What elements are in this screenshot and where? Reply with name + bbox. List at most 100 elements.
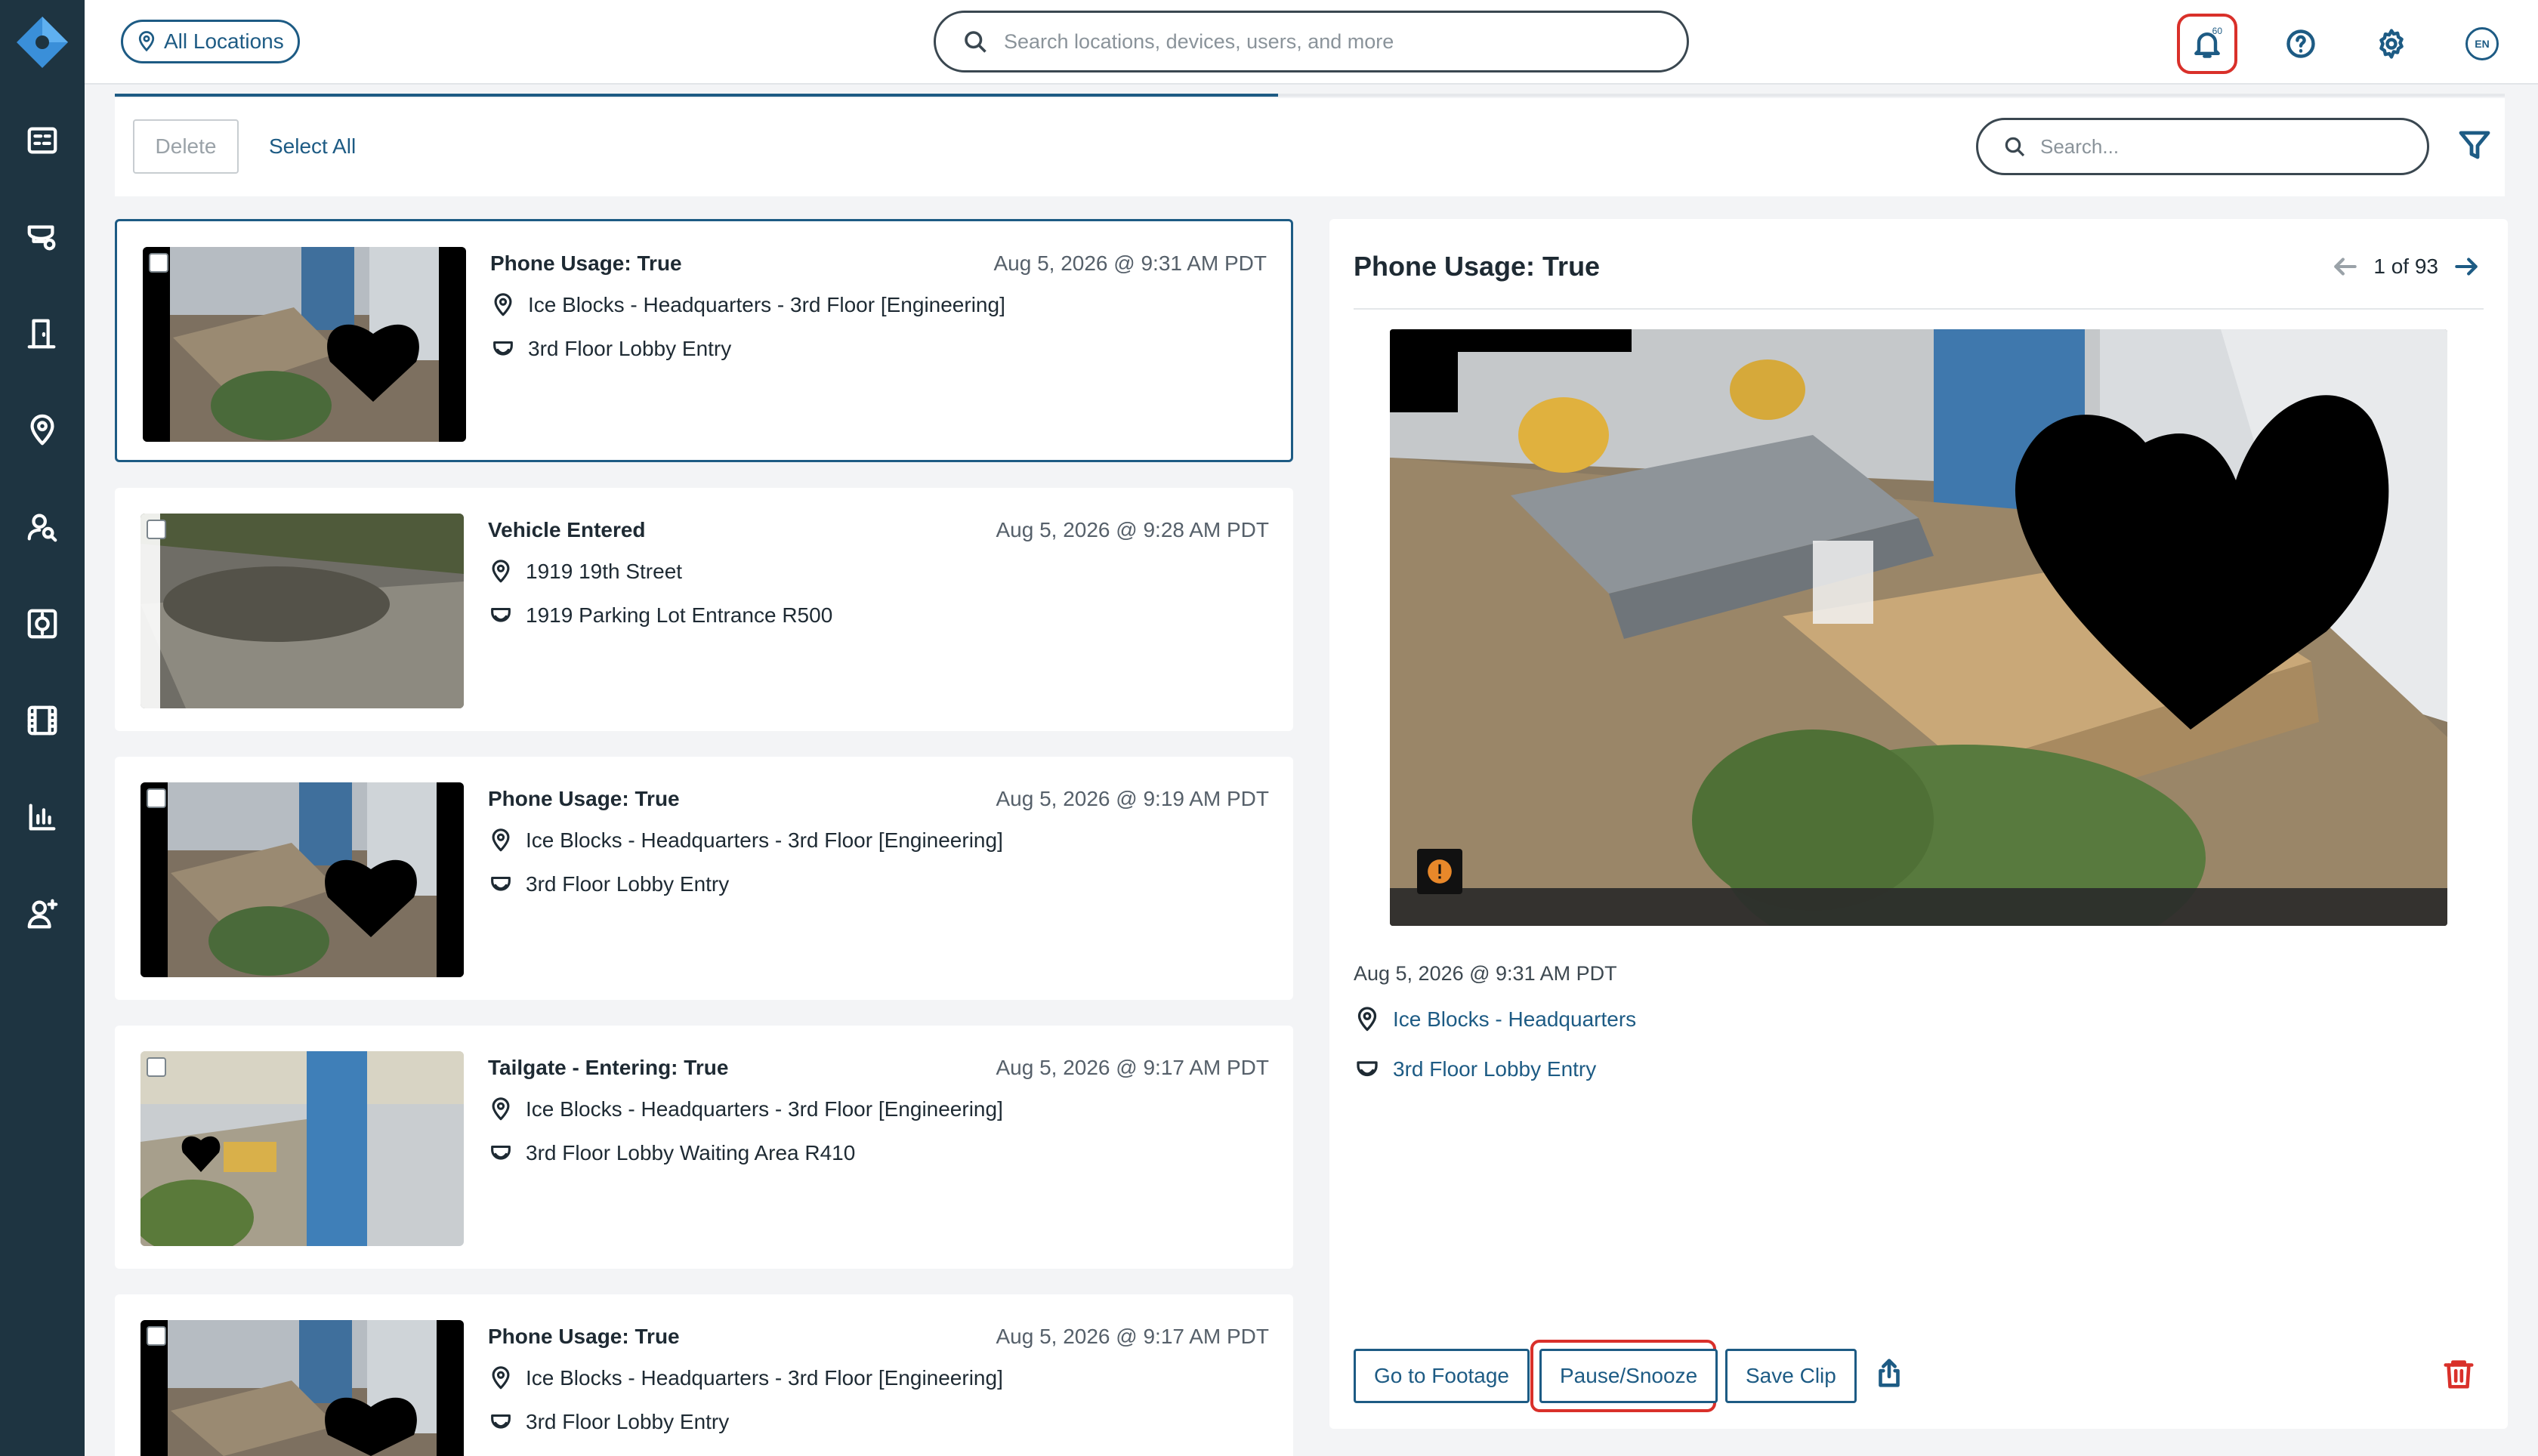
sidebar-item-cameras[interactable] (21, 216, 63, 258)
arrow-left-icon[interactable] (2331, 252, 2360, 281)
parking-camera-image (140, 514, 464, 708)
lobby-camera-video-frame (1390, 329, 2447, 926)
alert-thumbnail (140, 1051, 464, 1246)
detail-camera: 3rd Floor Lobby Entry (1393, 1057, 1597, 1081)
alert-checkbox[interactable] (147, 1057, 166, 1077)
pause-snooze-button[interactable]: Pause/Snooze (1539, 1349, 1718, 1403)
detail-timestamp: Aug 5, 2026 @ 9:31 AM PDT (1354, 962, 1617, 985)
sidebar-item-access-control[interactable] (21, 313, 63, 355)
trash-icon (2444, 1360, 2474, 1389)
sidebar-item-archives[interactable] (21, 699, 63, 742)
alert-title: Vehicle Entered (488, 518, 646, 541)
alert-checkbox[interactable] (147, 788, 166, 808)
settings-button[interactable] (2361, 14, 2422, 74)
language-badge: EN (2465, 27, 2499, 60)
location-filter-label: All Locations (164, 29, 284, 53)
alert-camera-row: 3rd Floor Lobby Entry (488, 1409, 729, 1435)
film-icon (27, 705, 57, 736)
dome-camera-icon (491, 1145, 511, 1160)
delete-button[interactable]: Delete (133, 119, 239, 174)
notifications-button[interactable]: 60 (2177, 14, 2237, 74)
language-button[interactable]: EN (2452, 14, 2512, 74)
select-all-button[interactable]: Select All (269, 119, 356, 174)
alert-camera: 3rd Floor Lobby Entry (526, 1410, 730, 1433)
alert-title: Tailgate - Entering: True (488, 1056, 729, 1079)
filter-icon (2459, 131, 2490, 159)
location-pin-icon (494, 293, 512, 316)
alert-detail-panel: Phone Usage: True 1 of 93 Aug 5, 2026 @ … (1329, 219, 2508, 1429)
alert-card[interactable]: Tailgate - Entering: True Aug 5, 2026 @ … (115, 1026, 1293, 1269)
alert-location: Ice Blocks - Headquarters - 3rd Floor [E… (526, 828, 1003, 852)
dome-camera-icon (491, 876, 511, 891)
location-filter-button[interactable]: All Locations (121, 20, 300, 63)
alert-location-row: Ice Blocks - Headquarters - 3rd Floor [E… (488, 1097, 1003, 1122)
alert-camera-row: 3rd Floor Lobby Entry (490, 336, 731, 362)
sidebar-item-locations[interactable] (21, 409, 63, 452)
sidebar-item-users[interactable] (21, 893, 63, 935)
alert-time: Aug 5, 2026 @ 9:17 AM PDT (996, 1325, 1269, 1348)
camera-icon (27, 225, 56, 251)
alert-thumbnail (143, 247, 466, 442)
add-user-icon (27, 899, 58, 929)
sidebar (0, 0, 85, 1456)
alerts-search-input[interactable] (2040, 134, 2418, 159)
alert-checkbox[interactable] (147, 520, 166, 539)
share-button[interactable] (1872, 1356, 1910, 1394)
share-icon (1879, 1359, 1900, 1387)
alert-location-row: Ice Blocks - Headquarters - 3rd Floor [E… (488, 1365, 1003, 1391)
alert-time: Aug 5, 2026 @ 9:28 AM PDT (996, 518, 1269, 541)
alert-time: Aug 5, 2026 @ 9:17 AM PDT (996, 1056, 1269, 1079)
dome-camera-icon (1357, 1061, 1378, 1077)
sidebar-item-analytics[interactable] (21, 796, 63, 838)
person-search-icon (27, 514, 57, 542)
alert-card[interactable]: Phone Usage: True Aug 5, 2026 @ 9:31 AM … (115, 219, 1293, 462)
alert-marker (1417, 849, 1462, 894)
detail-camera-link[interactable]: 3rd Floor Lobby Entry (1354, 1056, 1596, 1083)
alarm-panel-icon (27, 609, 57, 639)
pager-label: 1 of 93 (2373, 254, 2438, 278)
location-pin-icon (1357, 1007, 1377, 1032)
top-bar: All Locations 60 EN (85, 0, 2538, 85)
go-to-footage-button[interactable]: Go to Footage (1354, 1349, 1530, 1403)
save-clip-button[interactable]: Save Clip (1725, 1349, 1857, 1403)
alert-checkbox[interactable] (149, 253, 168, 273)
alert-card[interactable]: Phone Usage: True Aug 5, 2026 @ 9:17 AM … (115, 1294, 1293, 1456)
search-icon (965, 31, 986, 53)
sidebar-item-dashboard[interactable] (21, 119, 63, 162)
sidebar-item-alarms[interactable] (21, 603, 63, 645)
lobby-camera-image (140, 782, 464, 977)
arrow-right-icon[interactable] (2452, 252, 2481, 281)
alert-title: Phone Usage: True (490, 251, 682, 275)
alerts-toolbar: Delete Select All (115, 98, 2505, 196)
detail-title: Phone Usage: True (1354, 251, 1601, 282)
door-icon (27, 319, 56, 349)
alert-location-row: 1919 19th Street (488, 559, 682, 585)
video-player[interactable] (1390, 329, 2447, 926)
alert-time: Aug 5, 2026 @ 9:19 AM PDT (996, 787, 1269, 810)
global-search-input[interactable] (1004, 29, 1653, 54)
lobby-camera-image (143, 247, 466, 442)
search-icon (2005, 137, 2025, 157)
location-pin-icon (492, 828, 510, 852)
dome-camera-icon (493, 341, 513, 356)
divider (1354, 308, 2484, 310)
location-pin-icon (30, 414, 54, 446)
alert-checkbox[interactable] (147, 1326, 166, 1346)
alert-location-row: Ice Blocks - Headquarters - 3rd Floor [E… (490, 292, 1005, 318)
alert-card[interactable]: Phone Usage: True Aug 5, 2026 @ 9:19 AM … (115, 757, 1293, 1000)
alert-location-row: Ice Blocks - Headquarters - 3rd Floor [E… (488, 828, 1003, 853)
alert-camera: 1919 Parking Lot Entrance R500 (526, 603, 833, 627)
alert-card[interactable]: Vehicle Entered Aug 5, 2026 @ 9:28 AM PD… (115, 488, 1293, 731)
sidebar-item-people-search[interactable] (21, 506, 63, 548)
warning-icon (1428, 859, 1452, 884)
help-button[interactable] (2271, 14, 2331, 74)
app-logo[interactable] (15, 15, 69, 69)
delete-alert-button[interactable] (2441, 1356, 2479, 1394)
notification-count: 60 (2212, 26, 2222, 36)
alert-thumbnail (140, 782, 464, 977)
filter-button[interactable] (2456, 127, 2496, 166)
alert-title: Phone Usage: True (488, 787, 680, 810)
alert-camera: 3rd Floor Lobby Entry (528, 337, 732, 360)
detail-location-link[interactable]: Ice Blocks - Headquarters (1354, 1006, 1636, 1033)
alerts-search (1976, 118, 2429, 175)
